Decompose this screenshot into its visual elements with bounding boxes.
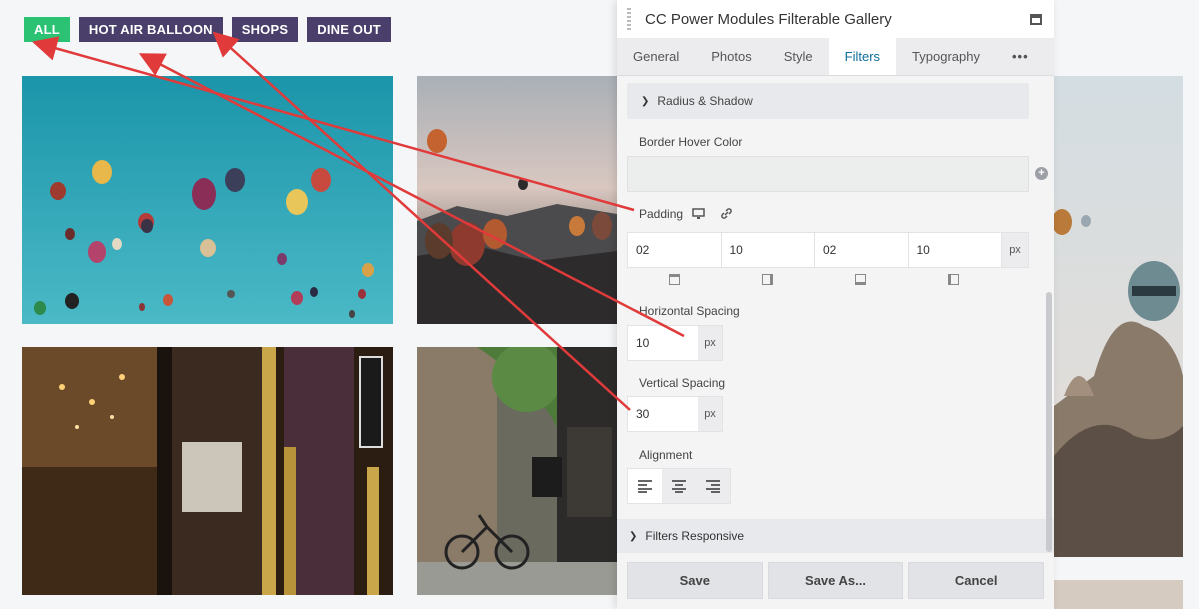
gallery-photo-balloons-valley[interactable] [417, 76, 617, 324]
padding-bottom-icon [855, 274, 866, 285]
filters-responsive-label: Filters Responsive [645, 529, 745, 543]
grip-icon[interactable] [627, 8, 631, 30]
horizontal-spacing-unit: px [698, 326, 722, 360]
padding-right-input[interactable]: 10 [722, 233, 815, 267]
chevron-right-icon: ❯ [629, 530, 638, 542]
filter-all-button[interactable]: ALL [24, 17, 70, 42]
settings-panel: CC Power Modules Filterable Gallery Gene… [617, 0, 1054, 609]
radius-shadow-section[interactable]: ❯ Radius & Shadow [627, 83, 1029, 119]
align-right-icon[interactable] [696, 469, 730, 503]
padding-left-input[interactable]: 10 [909, 233, 1002, 267]
gallery-photo-balloons-sky[interactable] [22, 76, 393, 324]
save-as-button[interactable]: Save As... [767, 562, 904, 599]
alignment-control [627, 468, 731, 504]
filter-dine-out-button[interactable]: DINE OUT [307, 17, 391, 42]
align-left-icon[interactable] [628, 469, 662, 503]
gallery-filter-bar: ALL HOT AIR BALLOON SHOPS DINE OUT [24, 17, 391, 42]
save-button[interactable]: Save [627, 562, 763, 599]
page: ALL HOT AIR BALLOON SHOPS DINE OUT CC Po… [0, 0, 1199, 609]
filters-responsive-section[interactable]: ❯ Filters Responsive [617, 519, 1054, 553]
tab-photos[interactable]: Photos [695, 38, 767, 75]
gallery-photo-partial[interactable] [1054, 580, 1183, 609]
horizontal-spacing-label: Horizontal Spacing [639, 304, 740, 318]
gallery-photo-bakery-street[interactable] [417, 347, 617, 595]
padding-inputs: 02 10 02 10 px [627, 232, 1029, 268]
vertical-spacing-unit: px [698, 397, 722, 431]
border-hover-color-label: Border Hover Color [639, 135, 743, 149]
add-color-icon[interactable]: + [1035, 167, 1048, 180]
vertical-spacing-input[interactable]: 30 [628, 397, 698, 431]
tab-style[interactable]: Style [768, 38, 829, 75]
panel-tabs: General Photos Style Filters Typography … [617, 38, 1054, 76]
chevron-right-icon: ❯ [641, 95, 650, 107]
filter-hot-air-balloon-button[interactable]: HOT AIR BALLOON [78, 17, 223, 42]
padding-right-icon [762, 274, 773, 285]
tab-filters[interactable]: Filters [828, 38, 897, 75]
link-icon[interactable] [720, 207, 733, 220]
alignment-label: Alignment [639, 448, 693, 462]
monitor-icon[interactable] [692, 208, 705, 220]
vertical-spacing-label: Vertical Spacing [639, 376, 726, 390]
padding-left-icon [948, 274, 959, 285]
cancel-button[interactable]: Cancel [908, 562, 1045, 599]
border-hover-color-field[interactable] [627, 156, 1029, 192]
align-center-icon[interactable] [662, 469, 696, 503]
padding-bottom-input[interactable]: 02 [815, 233, 909, 267]
padding-unit: px [1002, 233, 1028, 267]
tab-typography[interactable]: Typography [896, 38, 996, 75]
tab-general[interactable]: General [617, 38, 695, 75]
padding-top-input[interactable]: 02 [628, 233, 722, 267]
gallery-photo-shop-window[interactable] [22, 347, 393, 595]
padding-label: Padding [639, 207, 684, 221]
panel-body: ❯ Radius & Shadow Border Hover Color + P… [617, 76, 1054, 553]
minimize-icon[interactable] [1030, 13, 1042, 25]
padding-top-icon [669, 274, 680, 285]
horizontal-spacing-input[interactable]: 10 [628, 326, 698, 360]
vertical-spacing-field: 30 px [627, 396, 723, 432]
tab-more-menu[interactable]: ••• [996, 38, 1045, 75]
horizontal-spacing-field: 10 px [627, 325, 723, 361]
filter-shops-button[interactable]: SHOPS [231, 17, 299, 42]
panel-title: CC Power Modules Filterable Gallery [645, 10, 892, 28]
panel-scrollbar[interactable] [1046, 292, 1052, 552]
panel-header[interactable]: CC Power Modules Filterable Gallery [617, 0, 1054, 38]
panel-footer: Save Save As... Cancel [617, 553, 1054, 609]
gallery-photo-balloons-rocks[interactable] [1054, 76, 1183, 557]
radius-shadow-label: Radius & Shadow [657, 94, 753, 108]
